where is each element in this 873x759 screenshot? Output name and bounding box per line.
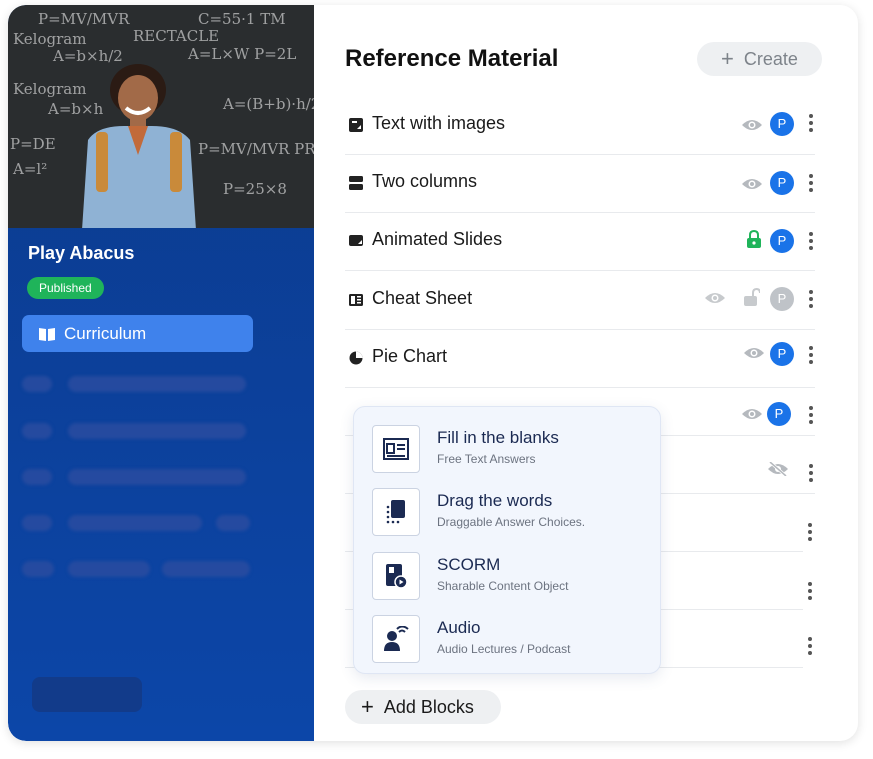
text-image-icon — [349, 118, 363, 132]
course-title: Play Abacus — [28, 243, 135, 263]
slides-icon — [349, 235, 363, 246]
fill-blanks-icon-box — [372, 425, 420, 473]
drag-words-icon — [386, 500, 405, 524]
avatar[interactable]: P — [770, 287, 794, 311]
block-row-animated-slides[interactable]: Animated Slides — [345, 212, 815, 271]
add-blocks-label: Add Blocks — [383, 696, 474, 717]
nav-placeholder — [68, 376, 246, 392]
plus-icon: + — [361, 694, 374, 719]
add-blocks-button[interactable]: + Add Blocks — [345, 690, 501, 724]
lock-icon[interactable] — [746, 230, 762, 248]
more-menu-icon[interactable] — [809, 174, 813, 195]
more-menu-icon[interactable] — [809, 114, 813, 135]
more-menu-icon[interactable] — [809, 346, 813, 367]
more-menu-icon[interactable] — [808, 637, 812, 658]
nav-placeholder — [22, 469, 52, 485]
eye-icon[interactable] — [704, 291, 726, 305]
nav-placeholder — [22, 515, 52, 531]
book-icon — [39, 327, 55, 341]
avatar[interactable]: P — [770, 112, 794, 136]
option-subtitle: Audio Lectures / Podcast — [437, 642, 571, 656]
sidebar-item-label: Curriculum — [64, 323, 147, 343]
create-button-label: Create — [743, 48, 798, 69]
avatar[interactable]: P — [767, 402, 791, 426]
block-title: Text with images — [372, 113, 506, 133]
block-title: Cheat Sheet — [372, 288, 473, 308]
pie-chart-icon — [349, 351, 363, 365]
menu-option-fill-blanks[interactable]: Fill in the blanks Free Text Answers — [372, 425, 642, 475]
eye-icon[interactable] — [741, 118, 763, 132]
option-title: Audio — [437, 618, 481, 637]
block-title: Two columns — [372, 171, 478, 191]
more-menu-icon[interactable] — [809, 232, 813, 253]
scorm-icon — [386, 564, 408, 589]
unlock-icon[interactable] — [744, 288, 760, 306]
app-card: P=MV/MVR RECTACLE C=55·1 TM Kelogram A=L… — [8, 5, 858, 741]
more-menu-icon[interactable] — [808, 582, 812, 603]
nav-placeholder — [22, 376, 52, 392]
more-menu-icon[interactable] — [808, 523, 812, 544]
plus-icon: + — [721, 46, 734, 71]
block-title: Animated Slides — [372, 229, 503, 249]
block-title: Pie Chart — [372, 346, 448, 366]
nav-placeholder — [22, 561, 54, 577]
option-title: SCORM — [437, 555, 501, 574]
menu-option-scorm[interactable]: SCORM Sharable Content Object — [372, 552, 642, 602]
menu-option-drag-words[interactable]: Drag the words Draggable Answer Choices. — [372, 488, 642, 538]
nav-placeholder — [162, 561, 250, 577]
more-menu-icon[interactable] — [809, 464, 813, 485]
page-title: Reference Material — [345, 45, 559, 72]
more-menu-icon[interactable] — [809, 290, 813, 311]
nav-placeholder — [22, 423, 52, 439]
audio-icon-box — [372, 615, 420, 663]
more-menu-icon[interactable] — [809, 406, 813, 427]
menu-option-audio[interactable]: Audio Audio Lectures / Podcast — [372, 615, 642, 665]
sidebar-item-curriculum[interactable]: Curriculum — [22, 315, 253, 352]
nav-placeholder — [68, 515, 202, 531]
avatar[interactable]: P — [770, 342, 794, 366]
option-subtitle: Free Text Answers — [437, 452, 536, 466]
nav-placeholder — [68, 561, 150, 577]
avatar[interactable]: P — [770, 171, 794, 195]
option-subtitle: Sharable Content Object — [437, 579, 569, 593]
avatar[interactable]: P — [770, 229, 794, 253]
option-subtitle: Draggable Answer Choices. — [437, 515, 586, 529]
student-photo — [82, 64, 196, 228]
course-cover-image: P=MV/MVR RECTACLE C=55·1 TM Kelogram A=L… — [8, 5, 314, 228]
audio-icon — [384, 626, 409, 651]
eye-icon[interactable] — [741, 407, 763, 421]
scorm-icon-box — [372, 552, 420, 600]
create-button[interactable]: + Create — [697, 42, 822, 76]
course-sidebar: P=MV/MVR RECTACLE C=55·1 TM Kelogram A=L… — [8, 5, 314, 741]
eye-icon[interactable] — [741, 177, 763, 191]
drag-words-icon-box — [372, 488, 420, 536]
two-columns-icon — [349, 176, 363, 190]
cheat-sheet-icon — [349, 294, 363, 306]
option-title: Fill in the blanks — [437, 428, 559, 447]
add-block-menu: Fill in the blanks Free Text Answers Dra… — [353, 406, 661, 674]
placeholder-button — [32, 677, 142, 712]
nav-placeholder — [68, 469, 246, 485]
status-badge: Published — [27, 277, 104, 299]
option-title: Drag the words — [437, 491, 553, 510]
fill-blanks-icon — [383, 438, 409, 460]
nav-placeholder — [68, 423, 246, 439]
nav-placeholder — [216, 515, 250, 531]
eye-icon[interactable] — [743, 346, 765, 360]
eye-off-icon[interactable] — [767, 462, 789, 476]
